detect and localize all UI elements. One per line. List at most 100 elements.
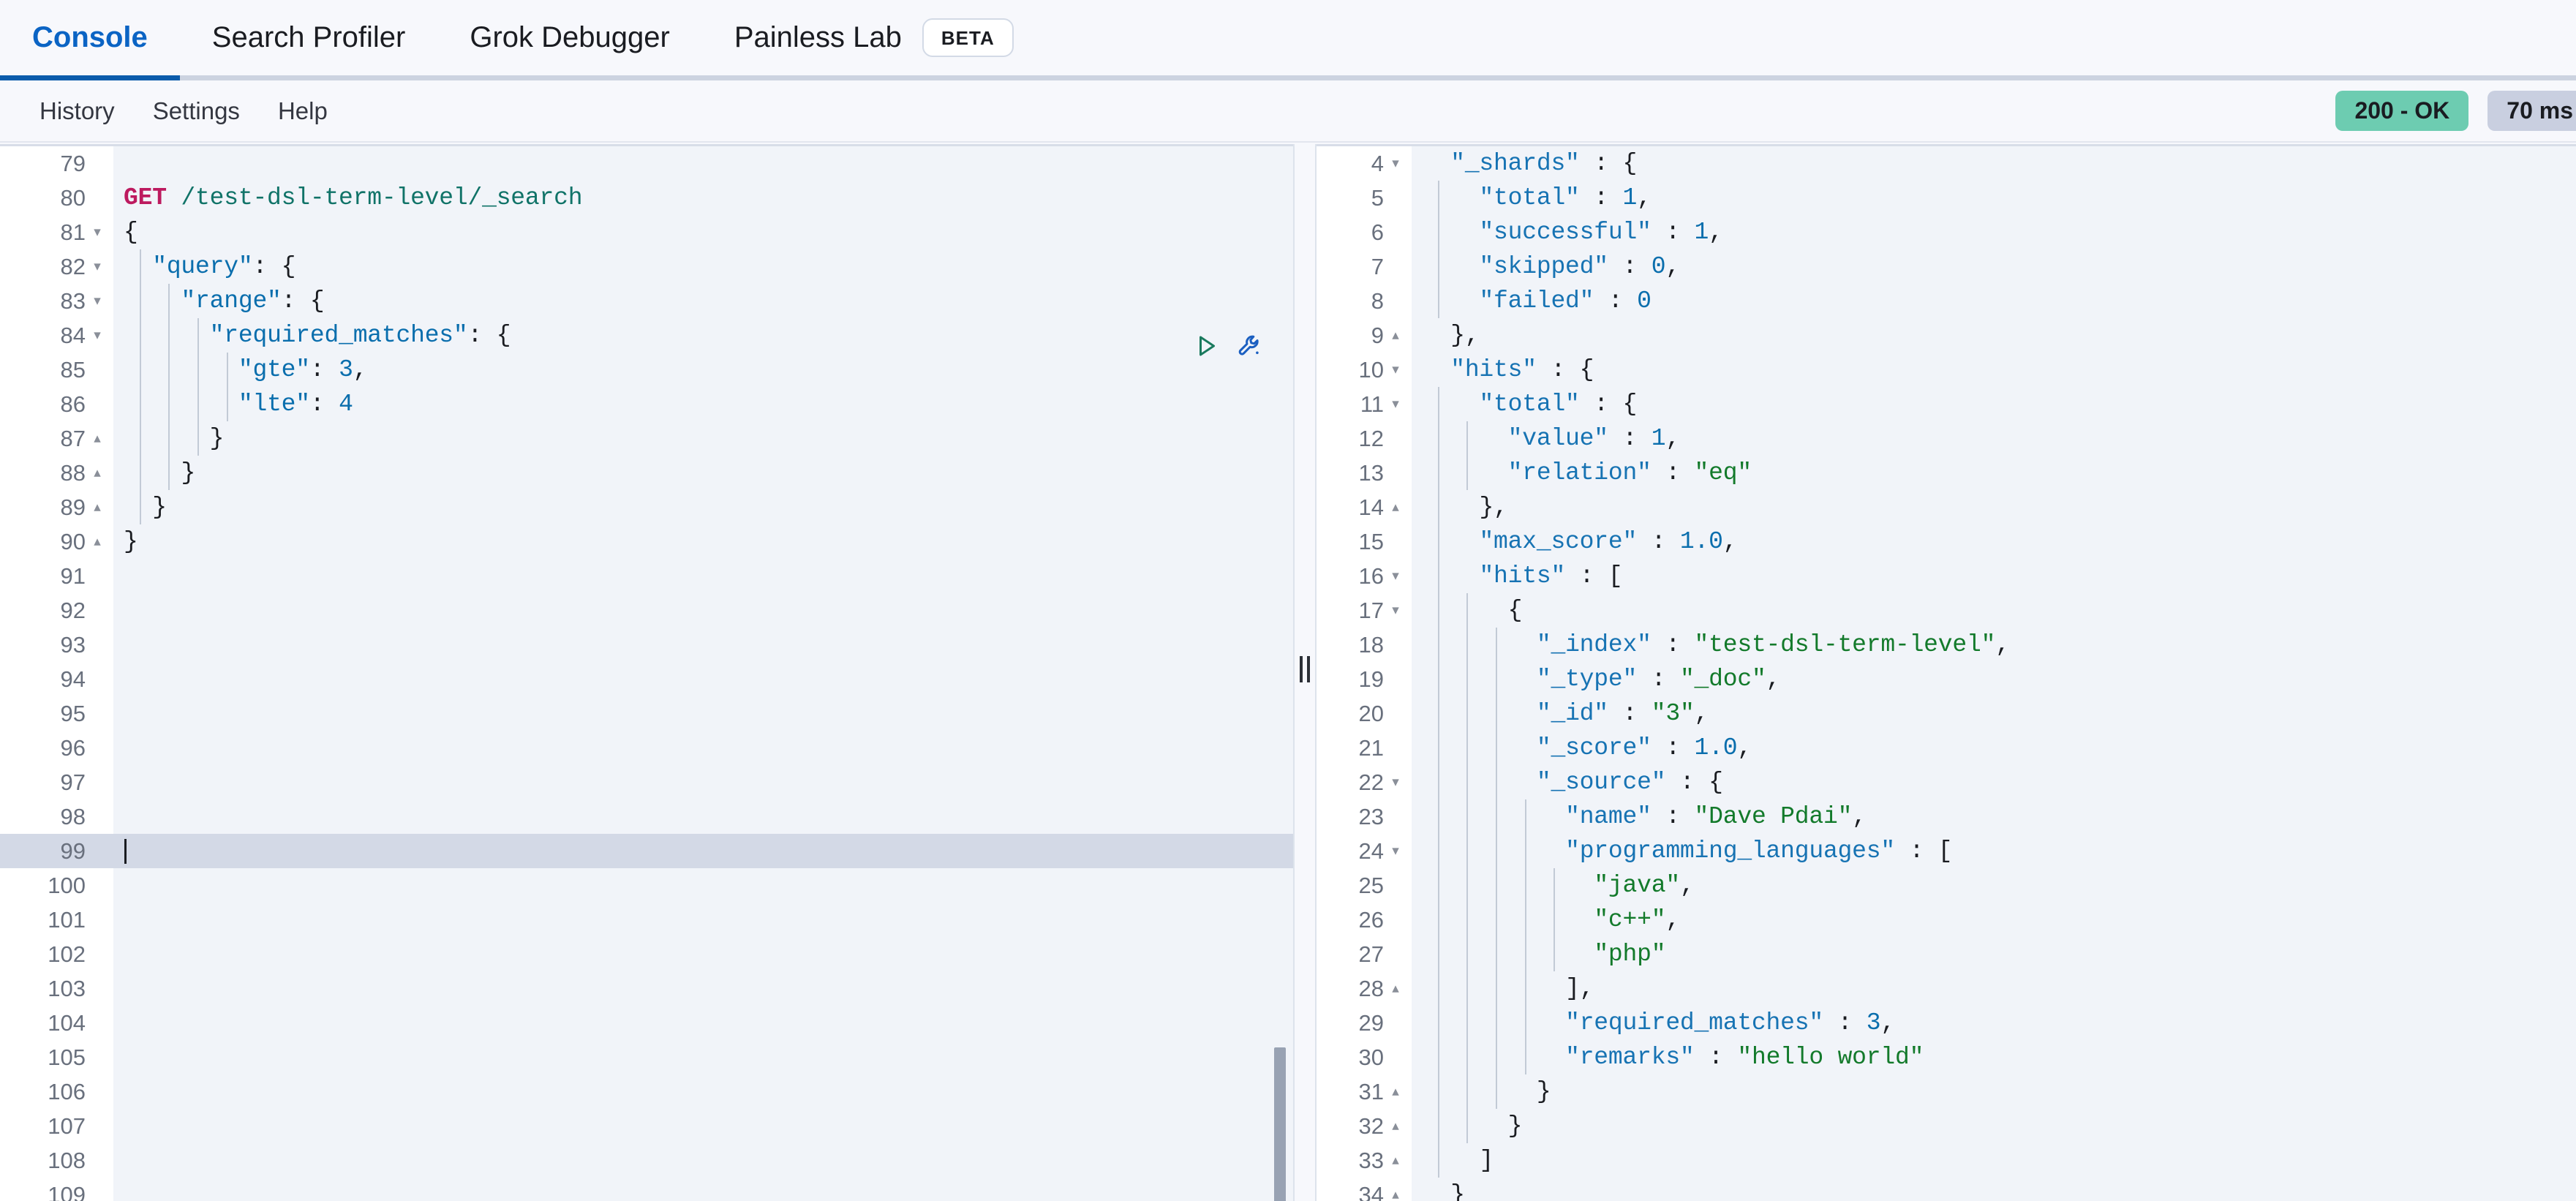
code-line[interactable]: [113, 834, 1293, 868]
code-line[interactable]: [113, 868, 1293, 903]
fold-toggle-icon[interactable]: ▾: [90, 249, 105, 284]
code-line[interactable]: "_shards" : {: [1412, 146, 2576, 181]
gutter-line[interactable]: 15: [1317, 524, 1412, 559]
pane-splitter[interactable]: [1293, 144, 1317, 1201]
gutter-line[interactable]: 90▴: [0, 524, 113, 559]
code-line[interactable]: "hits" : {: [1412, 353, 2576, 387]
request-editor-pane[interactable]: 798081▾82▾83▾84▾858687▴88▴89▴90▴91929394…: [0, 144, 1293, 1201]
fold-toggle-icon[interactable]: ▾: [1388, 559, 1403, 593]
tab-grok-debugger[interactable]: Grok Debugger: [437, 0, 701, 75]
menu-help[interactable]: Help: [259, 97, 347, 125]
gutter-line[interactable]: 25: [1317, 868, 1412, 903]
gutter-line[interactable]: 97: [0, 765, 113, 799]
code-line[interactable]: "total" : 1,: [1412, 181, 2576, 215]
gutter-line[interactable]: 32▴: [1317, 1109, 1412, 1143]
fold-toggle-icon[interactable]: ▴: [1388, 1074, 1403, 1109]
gutter-line[interactable]: 14▴: [1317, 490, 1412, 524]
gutter-line[interactable]: 91: [0, 559, 113, 593]
code-line[interactable]: "programming_languages" : [: [1412, 834, 2576, 868]
code-line[interactable]: ]: [1412, 1143, 2576, 1178]
code-line[interactable]: [113, 1006, 1293, 1040]
gutter-line[interactable]: 8: [1317, 284, 1412, 318]
wrench-icon[interactable]: [1235, 331, 1265, 361]
code-line[interactable]: [113, 696, 1293, 731]
code-line[interactable]: }: [113, 524, 1293, 559]
fold-toggle-icon[interactable]: ▴: [1388, 1178, 1403, 1201]
gutter-line[interactable]: 6: [1317, 215, 1412, 249]
gutter-line[interactable]: 85: [0, 353, 113, 387]
fold-toggle-icon[interactable]: ▴: [90, 421, 105, 456]
gutter-line[interactable]: 105: [0, 1040, 113, 1074]
gutter-line[interactable]: 28▴: [1317, 971, 1412, 1006]
code-line[interactable]: {: [1412, 593, 2576, 628]
gutter-line[interactable]: 83▾: [0, 284, 113, 318]
fold-toggle-icon[interactable]: ▾: [1388, 593, 1403, 628]
code-line[interactable]: "required_matches": {: [113, 318, 1293, 353]
gutter-line[interactable]: 87▴: [0, 421, 113, 456]
gutter-line[interactable]: 99: [0, 834, 113, 868]
fold-toggle-icon[interactable]: ▾: [90, 318, 105, 353]
tab-console[interactable]: Console: [0, 0, 180, 75]
code-line[interactable]: [113, 1178, 1293, 1201]
code-line[interactable]: "name" : "Dave Pdai",: [1412, 799, 2576, 834]
code-line[interactable]: "gte": 3,: [113, 353, 1293, 387]
fold-toggle-icon[interactable]: ▾: [90, 215, 105, 249]
gutter-line[interactable]: 89▴: [0, 490, 113, 524]
code-line[interactable]: ],: [1412, 971, 2576, 1006]
code-line[interactable]: [113, 1109, 1293, 1143]
fold-toggle-icon[interactable]: ▴: [1388, 318, 1403, 353]
fold-toggle-icon[interactable]: ▴: [1388, 1143, 1403, 1178]
gutter-line[interactable]: 29: [1317, 1006, 1412, 1040]
menu-history[interactable]: History: [20, 97, 134, 125]
fold-toggle-icon[interactable]: ▴: [90, 490, 105, 524]
gutter-line[interactable]: 33▴: [1317, 1143, 1412, 1178]
code-line[interactable]: "query": {: [113, 249, 1293, 284]
code-line[interactable]: [113, 937, 1293, 971]
gutter-line[interactable]: 23: [1317, 799, 1412, 834]
code-line[interactable]: [113, 559, 1293, 593]
gutter-line[interactable]: 26: [1317, 903, 1412, 937]
code-line[interactable]: }: [1412, 1074, 2576, 1109]
splitter-grip-icon[interactable]: [1300, 656, 1310, 682]
code-line[interactable]: "max_score" : 1.0,: [1412, 524, 2576, 559]
gutter-line[interactable]: 80: [0, 181, 113, 215]
request-vertical-scrollbar[interactable]: [1274, 1047, 1286, 1201]
code-line[interactable]: }: [1412, 1109, 2576, 1143]
code-line[interactable]: "_score" : 1.0,: [1412, 731, 2576, 765]
code-line[interactable]: "successful" : 1,: [1412, 215, 2576, 249]
code-line[interactable]: }: [113, 456, 1293, 490]
code-line[interactable]: [113, 662, 1293, 696]
play-icon[interactable]: [1191, 331, 1221, 361]
code-line[interactable]: "failed" : 0: [1412, 284, 2576, 318]
gutter-line[interactable]: 17▾: [1317, 593, 1412, 628]
code-line[interactable]: [113, 593, 1293, 628]
response-viewer-pane[interactable]: 4▾56789▴10▾11▾121314▴1516▾17▾1819202122▾…: [1317, 144, 2576, 1201]
code-line[interactable]: "_source" : {: [1412, 765, 2576, 799]
fold-toggle-icon[interactable]: ▴: [90, 456, 105, 490]
menu-settings[interactable]: Settings: [134, 97, 259, 125]
gutter-line[interactable]: 16▾: [1317, 559, 1412, 593]
fold-toggle-icon[interactable]: ▴: [90, 524, 105, 559]
gutter-line[interactable]: 93: [0, 628, 113, 662]
code-line[interactable]: GET /test-dsl-term-level/_search: [113, 181, 1293, 215]
code-line[interactable]: [113, 1040, 1293, 1074]
gutter-line[interactable]: 94: [0, 662, 113, 696]
code-line[interactable]: "hits" : [: [1412, 559, 2576, 593]
gutter-line[interactable]: 19: [1317, 662, 1412, 696]
gutter-line[interactable]: 81▾: [0, 215, 113, 249]
gutter-line[interactable]: 7: [1317, 249, 1412, 284]
gutter-line[interactable]: 5: [1317, 181, 1412, 215]
fold-toggle-icon[interactable]: ▴: [1388, 490, 1403, 524]
code-line[interactable]: "java",: [1412, 868, 2576, 903]
fold-toggle-icon[interactable]: ▾: [1388, 834, 1403, 868]
gutter-line[interactable]: 104: [0, 1006, 113, 1040]
gutter-line[interactable]: 98: [0, 799, 113, 834]
gutter-line[interactable]: 86: [0, 387, 113, 421]
code-line[interactable]: }: [113, 490, 1293, 524]
gutter-line[interactable]: 12: [1317, 421, 1412, 456]
gutter-line[interactable]: 103: [0, 971, 113, 1006]
code-line[interactable]: "c++",: [1412, 903, 2576, 937]
gutter-line[interactable]: 21: [1317, 731, 1412, 765]
code-line[interactable]: [113, 731, 1293, 765]
gutter-line[interactable]: 96: [0, 731, 113, 765]
